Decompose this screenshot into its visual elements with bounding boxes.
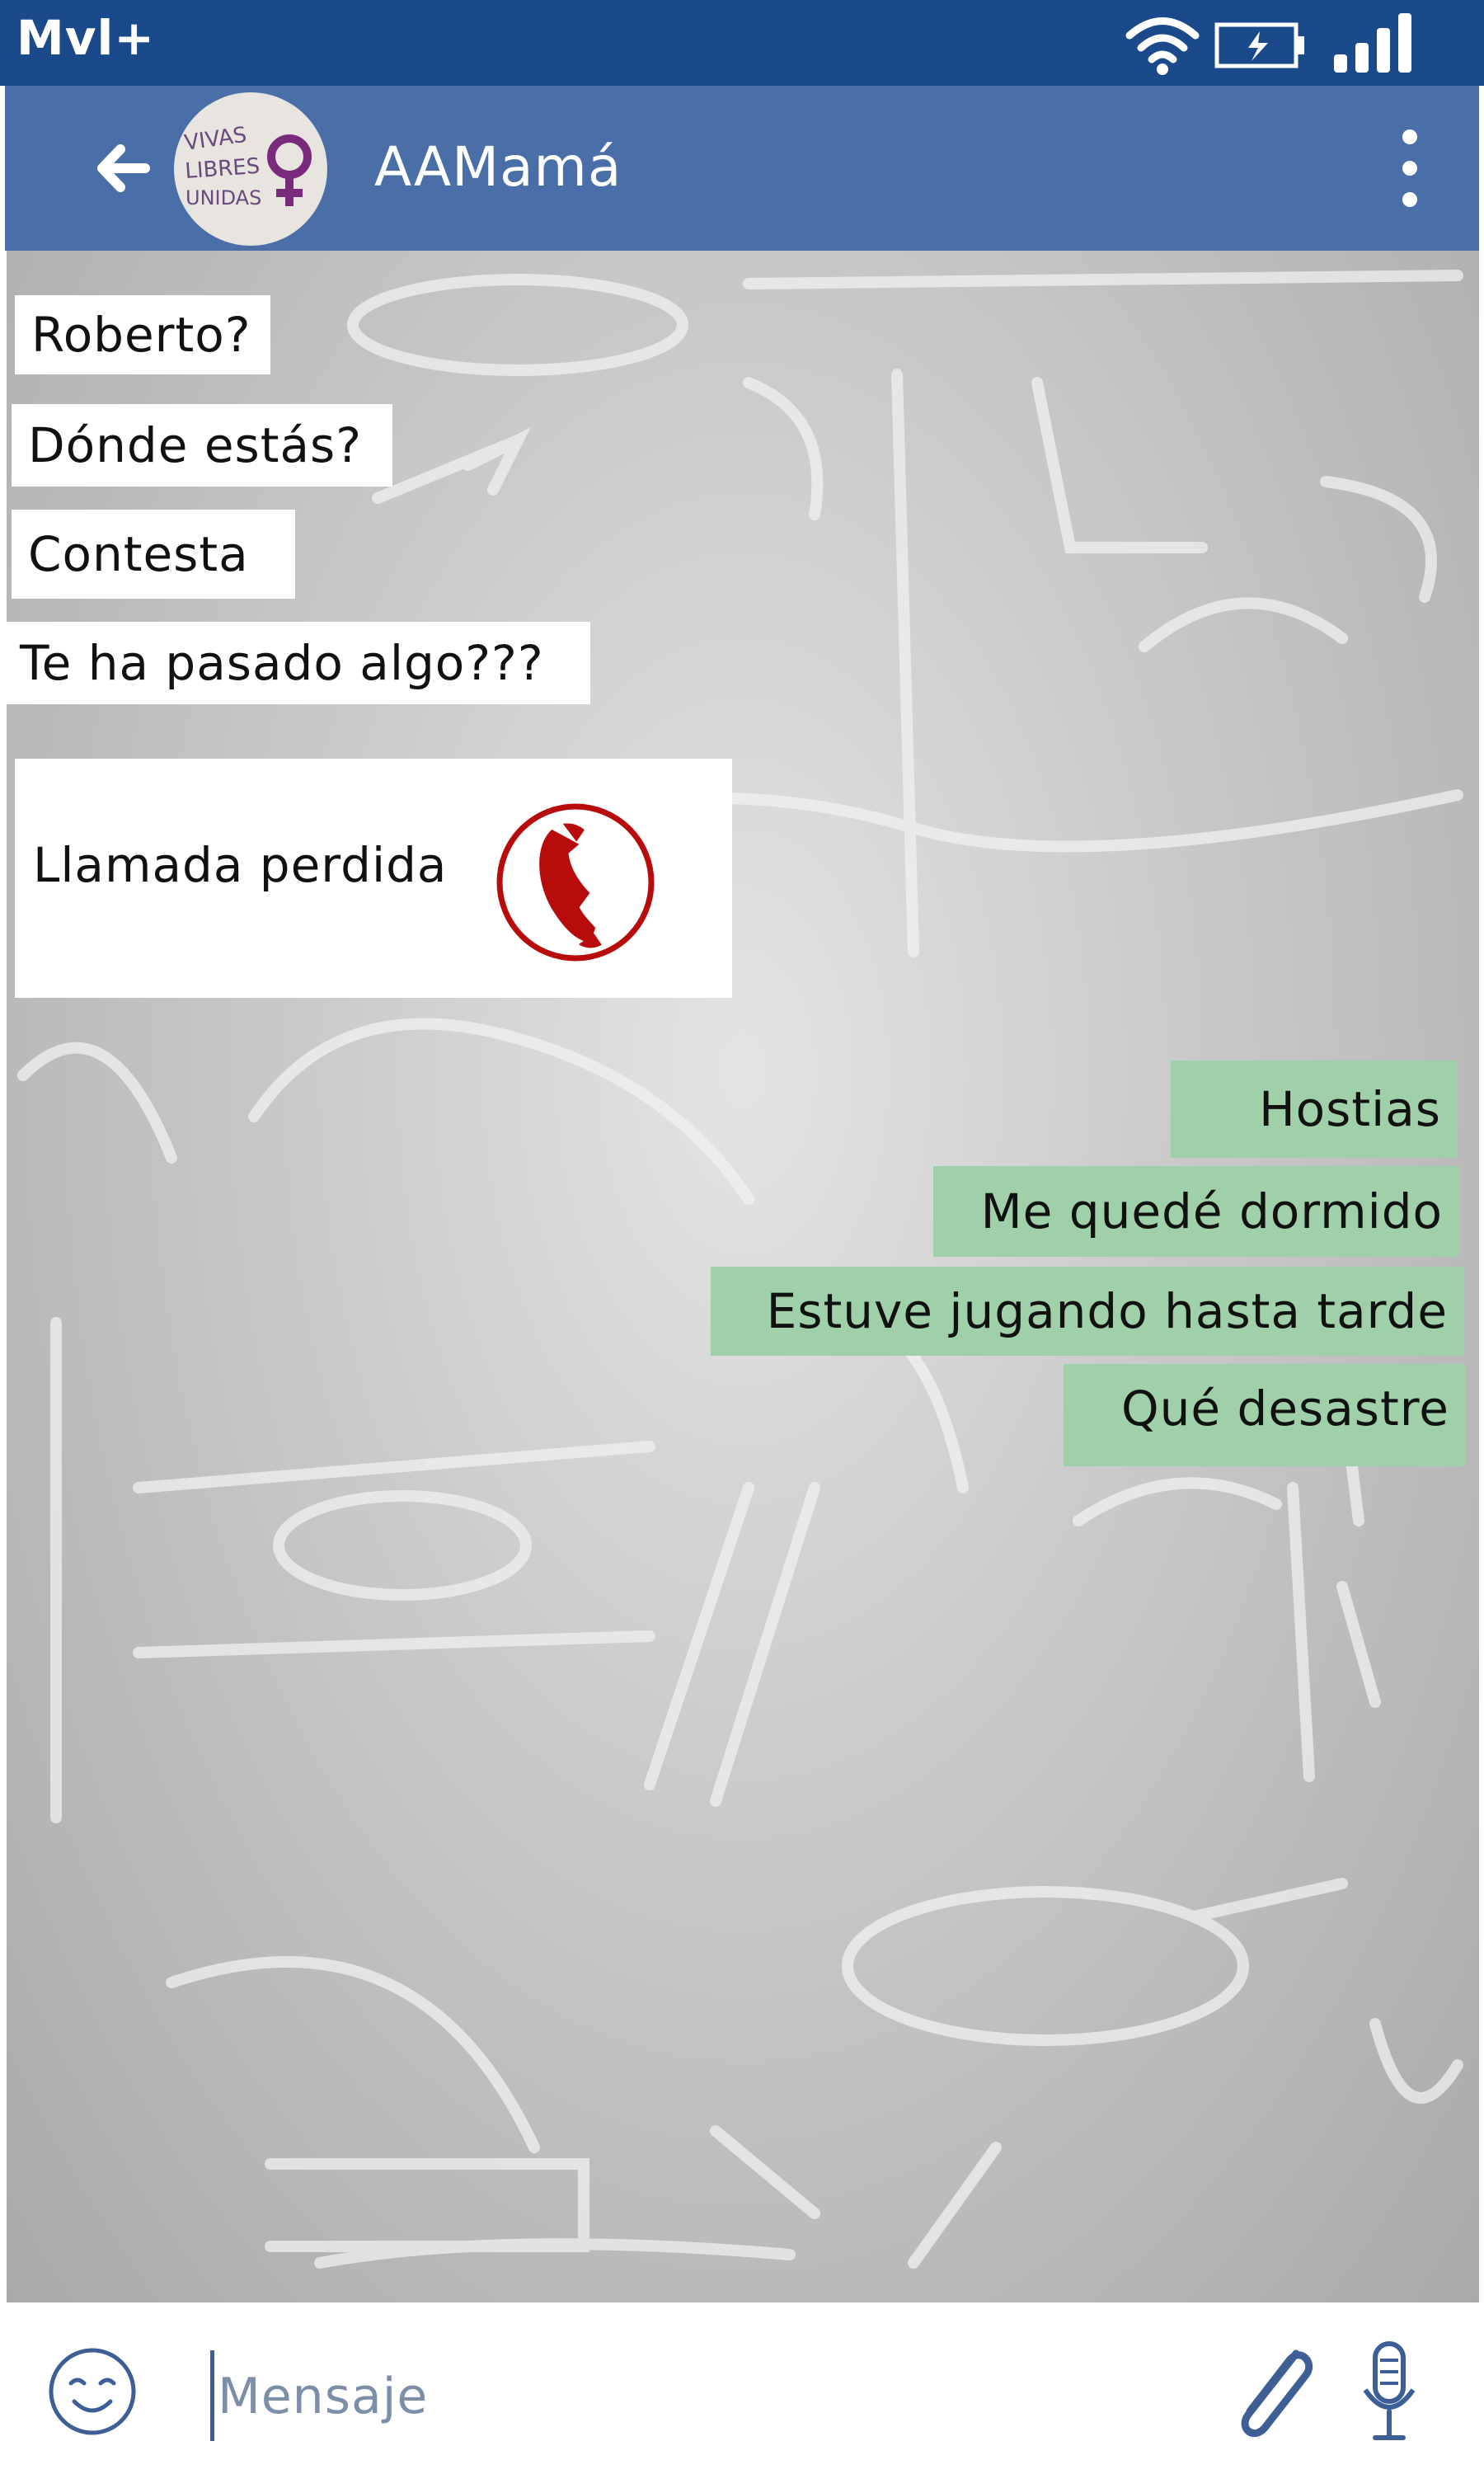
missed-call-label: Llamada perdida [33, 837, 448, 893]
status-bar: Mvl+ [0, 0, 1484, 86]
svg-text:UNIDAS: UNIDAS [186, 186, 261, 209]
avatar-logo-icon: VIVAS LIBRES UNIDAS [183, 123, 312, 209]
message-outgoing[interactable]: Qué desastre [1064, 1364, 1466, 1466]
message-input[interactable] [216, 2350, 1209, 2443]
message-incoming[interactable]: Contesta [12, 510, 295, 599]
app-bar: VIVAS LIBRES UNIDAS AAMamá [5, 86, 1479, 251]
emoji-icon[interactable] [46, 2345, 139, 2438]
signal-icon [1334, 13, 1411, 73]
more-vert-icon[interactable] [1385, 119, 1435, 218]
microphone-icon[interactable] [1352, 2335, 1426, 2451]
svg-text:VIVAS: VIVAS [183, 123, 248, 156]
input-bar [0, 2302, 1484, 2474]
avatar[interactable]: VIVAS LIBRES UNIDAS [174, 92, 327, 246]
message-outgoing[interactable]: Hostias [1171, 1061, 1458, 1158]
chat-area[interactable]: Roberto? Dónde estás? Contesta Te ha pas… [7, 251, 1479, 2302]
chat-title[interactable]: AAMamá [374, 135, 622, 199]
missed-call-message[interactable]: Llamada perdida [15, 759, 732, 998]
carrier-name: Mvl+ [16, 10, 156, 66]
battery-charging-icon [1214, 22, 1304, 68]
wifi-icon [1125, 17, 1200, 75]
message-incoming[interactable]: Roberto? [15, 295, 270, 374]
message-incoming[interactable]: Dónde estás? [12, 404, 392, 487]
status-icons [1121, 7, 1451, 81]
message-outgoing[interactable]: Me quedé dormido [933, 1166, 1459, 1257]
paperclip-icon[interactable] [1220, 2335, 1319, 2451]
missed-call-phone-icon [496, 803, 655, 962]
text-cursor [210, 2350, 214, 2441]
message-incoming[interactable]: Te ha pasado algo??? [7, 622, 590, 704]
svg-text:LIBRES: LIBRES [184, 154, 261, 184]
message-outgoing[interactable]: Estuve jugando hasta tarde [711, 1267, 1464, 1356]
back-arrow-icon[interactable] [87, 131, 162, 205]
